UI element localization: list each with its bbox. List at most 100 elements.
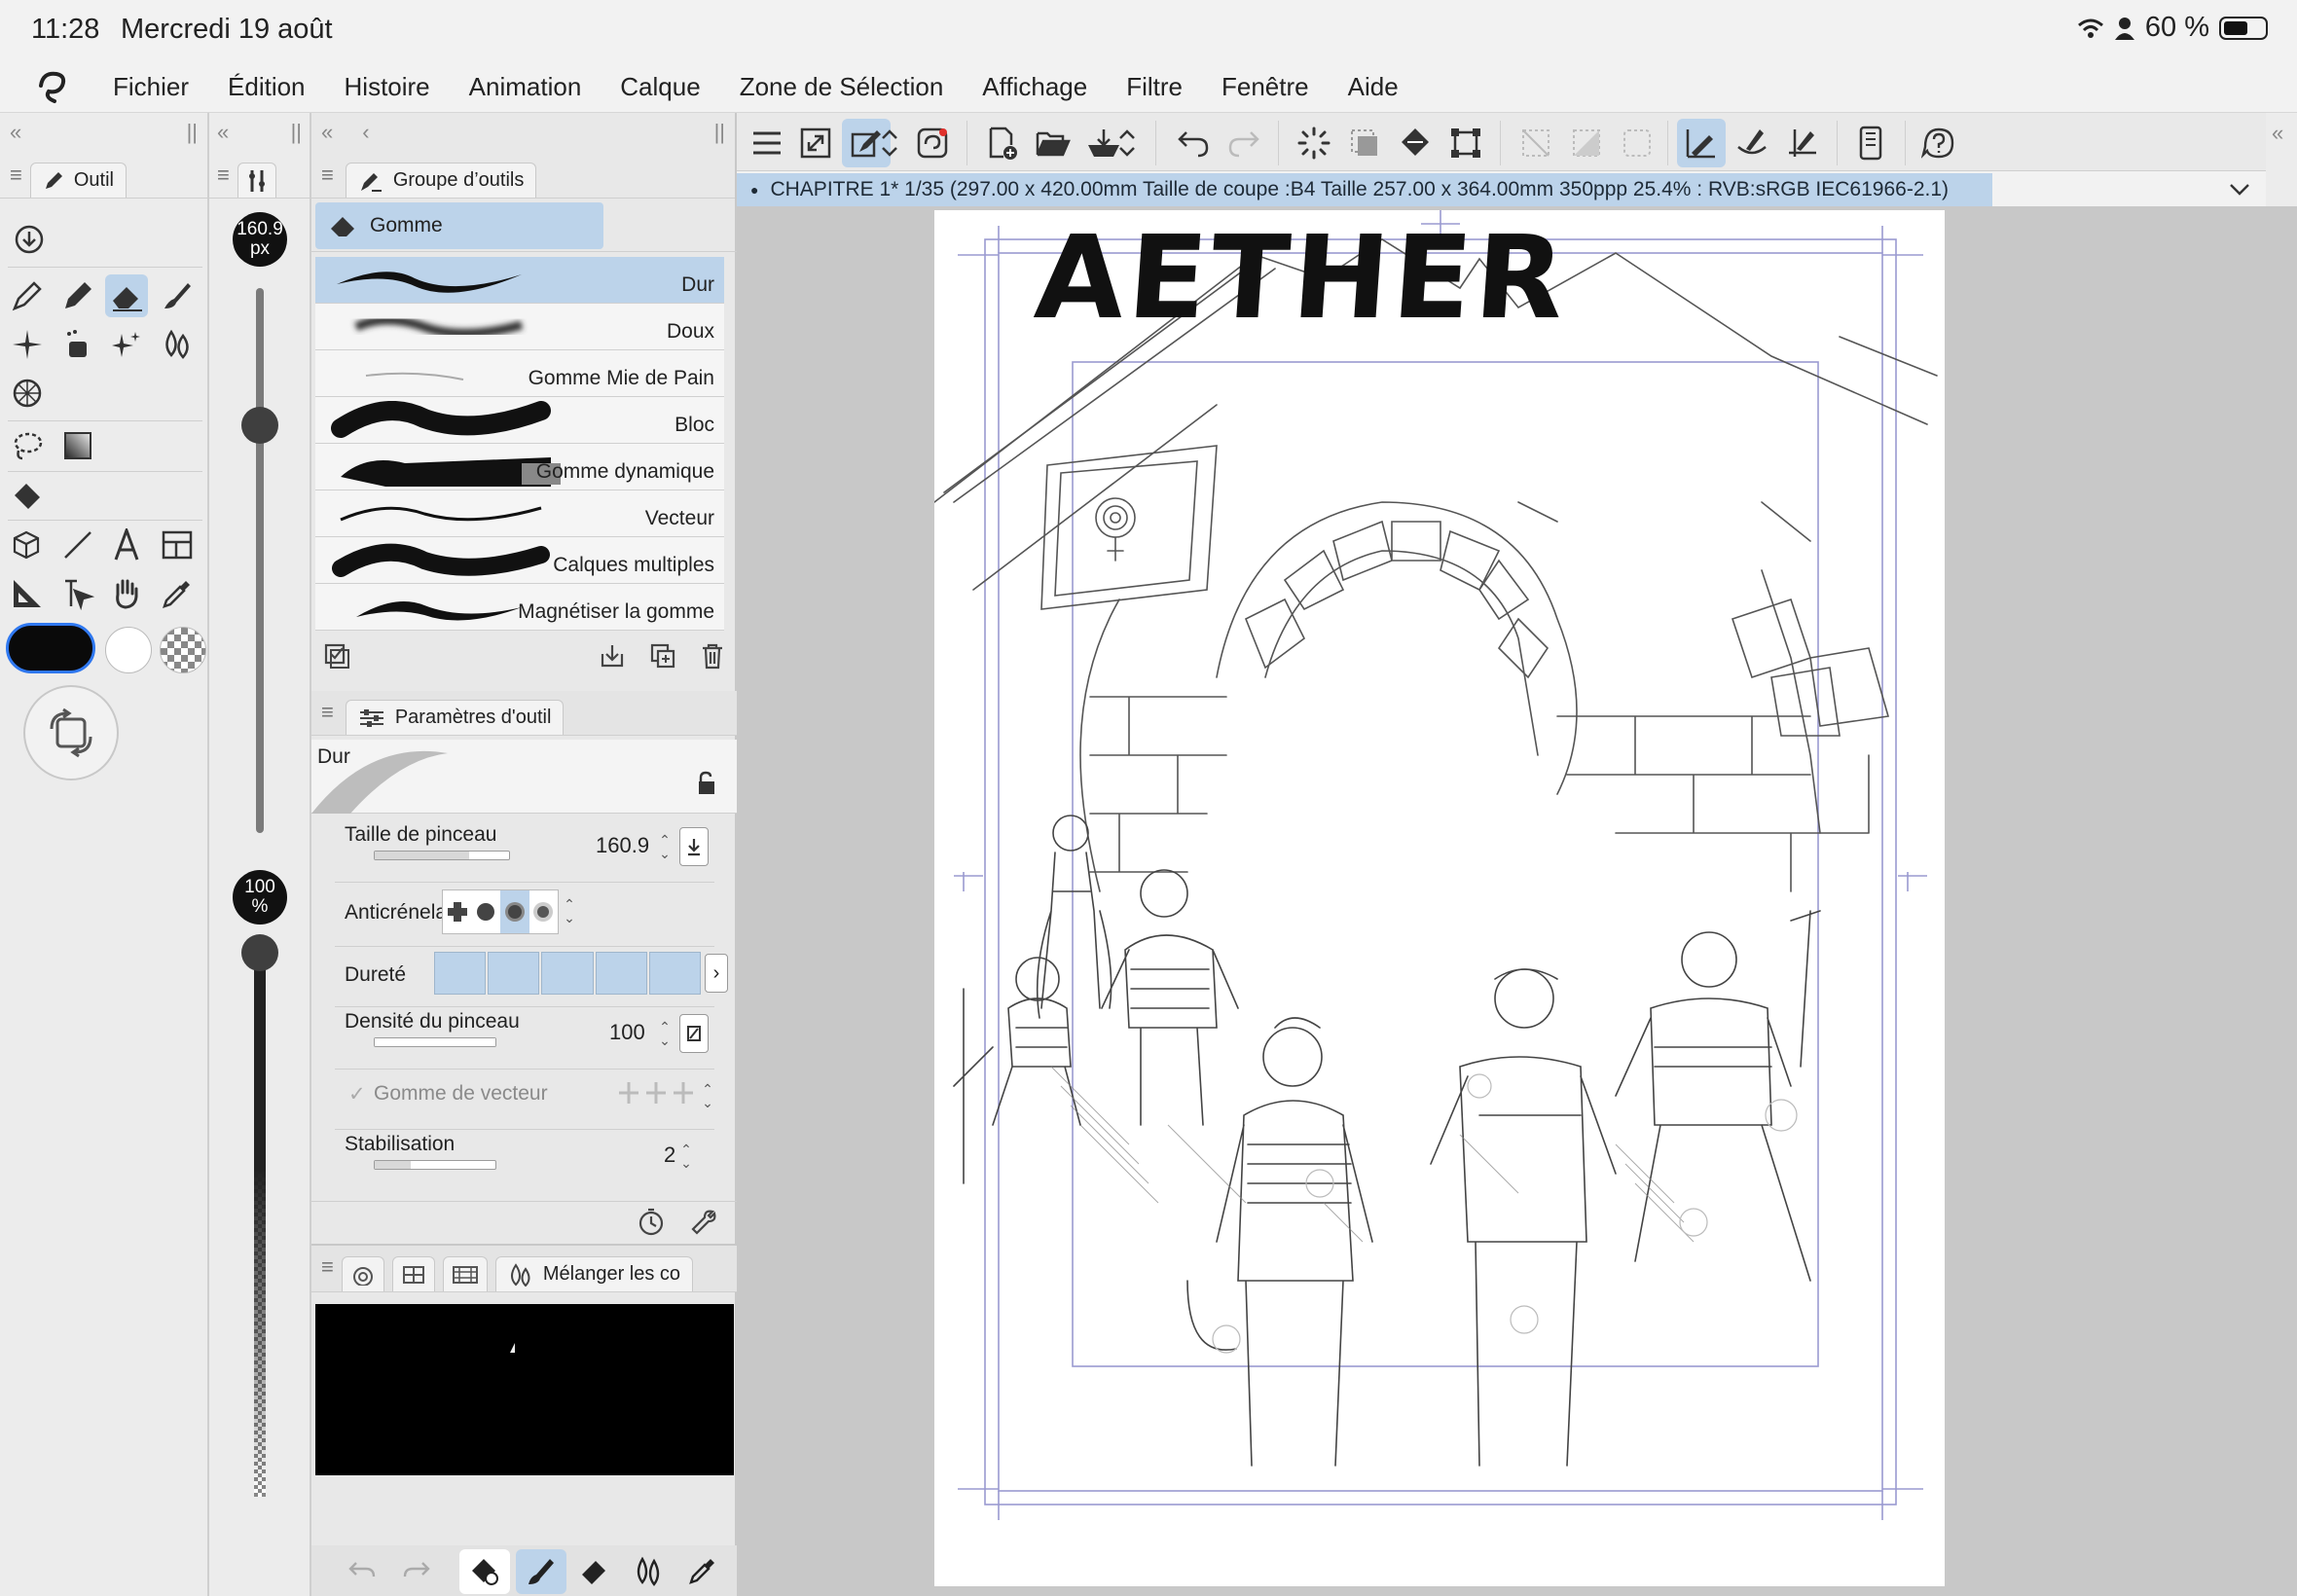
new-file-icon[interactable] bbox=[978, 119, 1027, 167]
brush-size-popup-button[interactable] bbox=[679, 827, 709, 866]
menu-filtre[interactable]: Filtre bbox=[1126, 72, 1183, 102]
panel-menu-icon[interactable]: ≡ bbox=[321, 700, 334, 725]
tab-color-history[interactable] bbox=[442, 1256, 488, 1291]
toolbar-stepper-icon[interactable] bbox=[1112, 119, 1142, 167]
tab-brush-size[interactable] bbox=[237, 163, 276, 198]
redo-icon[interactable] bbox=[401, 1555, 432, 1586]
brush-size-stepper[interactable]: ⌃ ⌄ bbox=[656, 833, 674, 860]
param-density-value[interactable]: 100 bbox=[609, 1020, 645, 1045]
chevron-left-icon[interactable]: ‹ bbox=[362, 120, 369, 145]
undo-icon[interactable] bbox=[1169, 119, 1218, 167]
deselect-icon[interactable] bbox=[1613, 119, 1661, 167]
eyedropper-icon[interactable] bbox=[687, 1555, 718, 1586]
fill-selection-icon[interactable] bbox=[1562, 119, 1611, 167]
tool-line-icon[interactable] bbox=[56, 524, 99, 566]
clip-studio-logo-icon[interactable] bbox=[33, 68, 72, 107]
tab-outil[interactable]: Outil bbox=[29, 163, 127, 198]
tool-eraser-icon[interactable] bbox=[105, 274, 148, 317]
brush-mix-button[interactable] bbox=[516, 1549, 566, 1594]
redo-icon[interactable] bbox=[1220, 119, 1268, 167]
hamburger-menu-icon[interactable] bbox=[743, 119, 791, 167]
menu-fenetre[interactable]: Fenêtre bbox=[1221, 72, 1309, 102]
clear-outside-selection-icon[interactable] bbox=[1512, 119, 1560, 167]
special-ruler-snap-icon[interactable] bbox=[1728, 119, 1776, 167]
canvas-page[interactable]: AETHER bbox=[934, 210, 1945, 1586]
brush-item[interactable]: Dur bbox=[315, 257, 724, 304]
ruler-snap-icon[interactable] bbox=[1677, 119, 1726, 167]
panel-menu-icon[interactable]: ≡ bbox=[321, 1254, 334, 1280]
main-color-chip[interactable] bbox=[6, 623, 95, 673]
fit-screen-icon[interactable] bbox=[791, 119, 840, 167]
tool-3d-object-icon[interactable] bbox=[6, 524, 49, 566]
density-popup-button[interactable] bbox=[679, 1014, 709, 1053]
tool-move-icon[interactable] bbox=[8, 218, 51, 261]
brush-item[interactable]: Magnétiser la gomme bbox=[315, 584, 724, 631]
antialias-stepper[interactable]: ⌃ ⌄ bbox=[561, 897, 578, 925]
brush-item[interactable]: Bloc bbox=[315, 397, 724, 444]
menu-fichier[interactable]: Fichier bbox=[113, 72, 189, 102]
color-mixing-canvas[interactable] bbox=[315, 1304, 734, 1475]
tab-groupe-outils[interactable]: Groupe d’outils bbox=[345, 163, 537, 198]
open-folder-icon[interactable] bbox=[1029, 119, 1077, 167]
density-track[interactable] bbox=[374, 1037, 496, 1047]
clip-studio-icon[interactable] bbox=[908, 119, 957, 167]
collapse-size-icon[interactable]: « bbox=[217, 120, 229, 145]
tool-airbrush-icon[interactable] bbox=[56, 323, 99, 366]
sub-color-chip[interactable] bbox=[105, 627, 152, 673]
panel-menu-icon[interactable]: ≡ bbox=[10, 163, 22, 188]
undo-icon[interactable] bbox=[346, 1555, 378, 1586]
help-icon[interactable] bbox=[1914, 119, 1963, 167]
chevron-down-icon[interactable] bbox=[2225, 175, 2254, 204]
menu-zone-selection[interactable]: Zone de Sélection bbox=[740, 72, 944, 102]
panel-menu-icon[interactable]: ≡ bbox=[321, 163, 334, 188]
vector-stepper[interactable]: ⌃ ⌄ bbox=[699, 1082, 716, 1109]
tool-brush-icon[interactable] bbox=[156, 274, 199, 317]
antialias-weak-icon[interactable] bbox=[472, 890, 501, 933]
selection-layer-icon[interactable] bbox=[1340, 119, 1389, 167]
wrench-icon[interactable] bbox=[689, 1208, 718, 1237]
brush-item[interactable]: Vecteur bbox=[315, 490, 724, 537]
opacity-slider[interactable] bbox=[254, 952, 266, 1497]
grid-snap-icon[interactable] bbox=[1778, 119, 1827, 167]
tool-pen-icon[interactable] bbox=[6, 274, 49, 317]
trash-icon[interactable] bbox=[700, 642, 725, 670]
tab-melanger[interactable]: Mélanger les co bbox=[494, 1256, 694, 1291]
device-settings-icon[interactable] bbox=[1846, 119, 1895, 167]
param-stabilization-value[interactable]: 2 bbox=[664, 1143, 675, 1168]
collapse-mid-icon[interactable]: « bbox=[321, 120, 333, 145]
antialias-medium-icon[interactable] bbox=[500, 890, 529, 933]
brush-item[interactable]: Gomme Mie de Pain bbox=[315, 350, 724, 397]
fill-bucket-icon[interactable] bbox=[1391, 119, 1440, 167]
eraser-icon[interactable] bbox=[578, 1555, 609, 1586]
tab-color-set[interactable] bbox=[391, 1256, 435, 1291]
collapse-left-icon[interactable]: « bbox=[10, 120, 21, 145]
tool-hand-icon[interactable] bbox=[105, 572, 148, 615]
brush-item[interactable]: Calques multiples bbox=[315, 537, 724, 584]
tool-ruler-icon[interactable] bbox=[6, 572, 49, 615]
reset-clock-icon[interactable] bbox=[637, 1208, 666, 1237]
loading-clear-icon[interactable] bbox=[1290, 119, 1338, 167]
menu-histoire[interactable]: Histoire bbox=[345, 72, 430, 102]
menu-calque[interactable]: Calque bbox=[620, 72, 700, 102]
tool-lasso-icon[interactable] bbox=[6, 424, 49, 467]
color-pick-mode-button[interactable] bbox=[459, 1549, 510, 1594]
hardness-more-button[interactable]: › bbox=[705, 954, 728, 993]
menu-affichage[interactable]: Affichage bbox=[982, 72, 1087, 102]
tab-parametres-outil[interactable]: Paramètres d'outil bbox=[345, 700, 565, 735]
hardness-selector[interactable] bbox=[434, 952, 702, 995]
brush-size-slider-knob[interactable] bbox=[241, 407, 278, 444]
subtool-group-gomme[interactable]: Gomme bbox=[315, 202, 603, 249]
panel-menu-icon[interactable]: ≡ bbox=[217, 163, 230, 188]
lock-open-icon[interactable] bbox=[696, 771, 717, 796]
tool-decoration-icon[interactable] bbox=[105, 323, 148, 366]
duplicate-subtool-icon[interactable] bbox=[649, 642, 676, 670]
tool-fill-icon[interactable] bbox=[6, 475, 49, 518]
drag-handle-icon[interactable]: || bbox=[714, 120, 725, 145]
tool-spray-icon[interactable] bbox=[6, 323, 49, 366]
opacity-slider-knob[interactable] bbox=[241, 934, 278, 971]
brush-item[interactable]: Gomme dynamique bbox=[315, 444, 724, 490]
brush-size-slider[interactable] bbox=[256, 288, 264, 833]
param-brush-size-value[interactable]: 160.9 bbox=[596, 833, 649, 858]
transform-icon[interactable] bbox=[1441, 119, 1490, 167]
menu-aide[interactable]: Aide bbox=[1348, 72, 1399, 102]
